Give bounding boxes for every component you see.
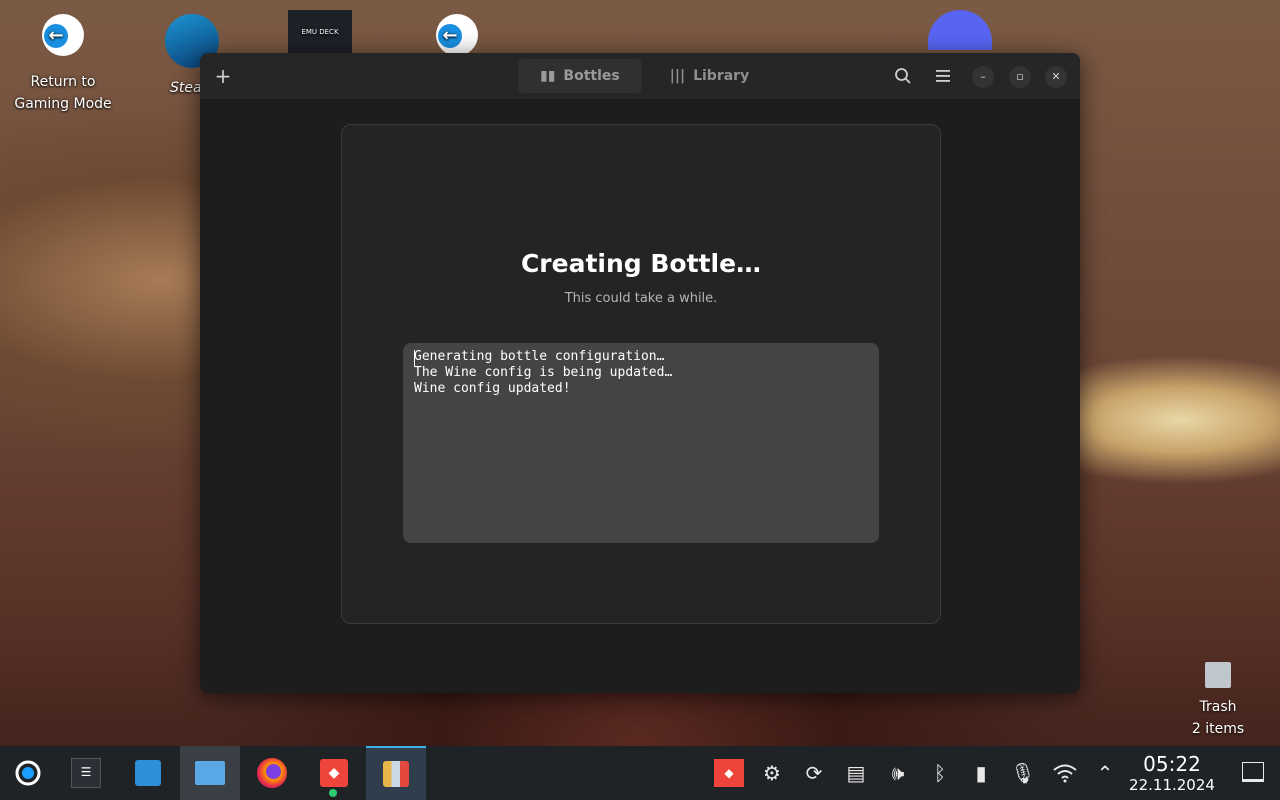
minimize-icon: – bbox=[980, 70, 986, 83]
clock-time[interactable]: 05:22 bbox=[1120, 752, 1224, 776]
tab-label: Library bbox=[693, 68, 750, 84]
update-icon: ⟳ bbox=[805, 761, 823, 785]
clipboard-icon: ▤ bbox=[846, 761, 866, 785]
taskbar-file-manager[interactable] bbox=[180, 746, 240, 800]
tray-steam[interactable]: ⚙ bbox=[757, 759, 787, 787]
taskbar-discover[interactable] bbox=[118, 746, 178, 800]
volume-icon: 🕪 bbox=[891, 761, 905, 785]
log-line: The Wine config is being updated… bbox=[414, 365, 673, 380]
emudeck-logo-icon: EMU DECK bbox=[288, 10, 352, 54]
desktop-icon-return-shortcut[interactable]: ← bbox=[432, 14, 482, 56]
show-desktop-icon bbox=[1242, 762, 1264, 782]
steam-tray-icon: ⚙ bbox=[763, 761, 781, 785]
tab-library[interactable]: ||| Library bbox=[648, 59, 771, 93]
progress-log[interactable]: Generating bottle configuration… The Win… bbox=[403, 343, 879, 543]
trash-icon bbox=[1205, 662, 1231, 688]
page-subtitle: This could take a while. bbox=[564, 291, 718, 306]
main-menu-button[interactable] bbox=[928, 61, 958, 91]
taskbar: ☰ ◆ ◆ ⚙ ⟳ ▤ 🕪 ᛒ ▮ 🎙 ⌃ bbox=[0, 746, 1280, 800]
bluetooth-icon: ᛒ bbox=[934, 761, 946, 785]
tray-removable-devices[interactable]: ▮ bbox=[966, 759, 996, 787]
bottles-icon: ▮▮ bbox=[540, 68, 556, 84]
clock-date[interactable]: 22.11.2024 bbox=[1120, 776, 1224, 794]
steamdeck-logo-icon bbox=[15, 760, 41, 786]
creating-bottle-card: Creating Bottle… This could take a while… bbox=[341, 124, 941, 624]
log-line: Wine config updated! bbox=[414, 381, 571, 396]
anydesk-tray-icon: ◆ bbox=[714, 759, 744, 787]
tab-label: Bottles bbox=[563, 68, 620, 84]
search-icon bbox=[895, 68, 911, 84]
new-badge-icon bbox=[329, 789, 337, 797]
show-desktop-button[interactable] bbox=[1238, 759, 1268, 787]
show-hidden-icons-button[interactable]: ⌃ bbox=[1090, 759, 1120, 787]
tray-volume[interactable]: 🕪 bbox=[883, 759, 913, 787]
window-headerbar: + ▮▮ Bottles ||| Library – ▫ ✕ bbox=[200, 53, 1080, 99]
taskbar-anydesk[interactable]: ◆ bbox=[304, 746, 364, 800]
tray-anydesk[interactable]: ◆ bbox=[714, 759, 744, 787]
firefox-icon bbox=[257, 758, 287, 788]
view-switcher: ▮▮ Bottles ||| Library bbox=[518, 59, 771, 93]
tray-updates[interactable]: ⟳ bbox=[799, 759, 829, 787]
application-launcher-button[interactable] bbox=[0, 746, 56, 800]
folder-icon bbox=[195, 761, 225, 785]
return-arrow-icon: ← bbox=[436, 14, 478, 56]
tray-clipboard[interactable]: ▤ bbox=[841, 759, 871, 787]
trash-label: Trash bbox=[1199, 699, 1237, 715]
search-button[interactable] bbox=[888, 61, 918, 91]
plus-icon: + bbox=[214, 64, 232, 88]
desktop-icon-discord[interactable] bbox=[928, 10, 992, 50]
bottles-app-icon bbox=[383, 761, 409, 787]
store-bag-icon bbox=[135, 760, 161, 786]
tab-bottles[interactable]: ▮▮ Bottles bbox=[518, 59, 642, 93]
taskbar-firefox[interactable] bbox=[242, 746, 302, 800]
trash-count: 2 items bbox=[1191, 721, 1245, 737]
wifi-icon bbox=[1053, 764, 1077, 783]
microphone-icon: 🎙 bbox=[1010, 761, 1036, 785]
close-icon: ✕ bbox=[1051, 70, 1061, 83]
chevron-up-icon: ⌃ bbox=[1096, 761, 1114, 785]
settings-sliders-icon: ☰ bbox=[71, 758, 101, 788]
desktop-icon-trash[interactable]: Trash 2 items bbox=[1178, 660, 1258, 740]
taskbar-bottles[interactable] bbox=[366, 746, 426, 800]
anydesk-icon: ◆ bbox=[320, 759, 348, 787]
desktop-icon-emudeck[interactable]: EMU DECK bbox=[288, 10, 352, 54]
tray-network[interactable] bbox=[1050, 759, 1080, 787]
close-button[interactable]: ✕ bbox=[1045, 66, 1067, 88]
maximize-icon: ▫ bbox=[1016, 70, 1024, 83]
hamburger-menu-icon bbox=[936, 70, 950, 82]
desktop-icon-label: Return to Gaming Mode bbox=[14, 74, 112, 112]
library-icon: ||| bbox=[669, 68, 686, 84]
page-title: Creating Bottle… bbox=[520, 249, 762, 278]
discord-icon bbox=[928, 10, 992, 50]
minimize-button[interactable]: – bbox=[972, 66, 994, 88]
desktop-icon-return-to-gaming-mode[interactable]: ← Return to Gaming Mode bbox=[8, 14, 118, 115]
tray-bluetooth[interactable]: ᛒ bbox=[925, 759, 955, 787]
log-line: Generating bottle configuration… bbox=[414, 349, 665, 364]
bottles-window: + ▮▮ Bottles ||| Library – ▫ ✕ Creating … bbox=[200, 53, 1080, 693]
add-bottle-button[interactable]: + bbox=[208, 61, 238, 91]
tray-microphone[interactable]: 🎙 bbox=[1008, 759, 1038, 787]
taskbar-system-settings[interactable]: ☰ bbox=[56, 746, 116, 800]
maximize-button[interactable]: ▫ bbox=[1009, 66, 1031, 88]
return-arrow-icon: ← bbox=[42, 14, 84, 56]
usb-drive-icon: ▮ bbox=[975, 761, 987, 785]
